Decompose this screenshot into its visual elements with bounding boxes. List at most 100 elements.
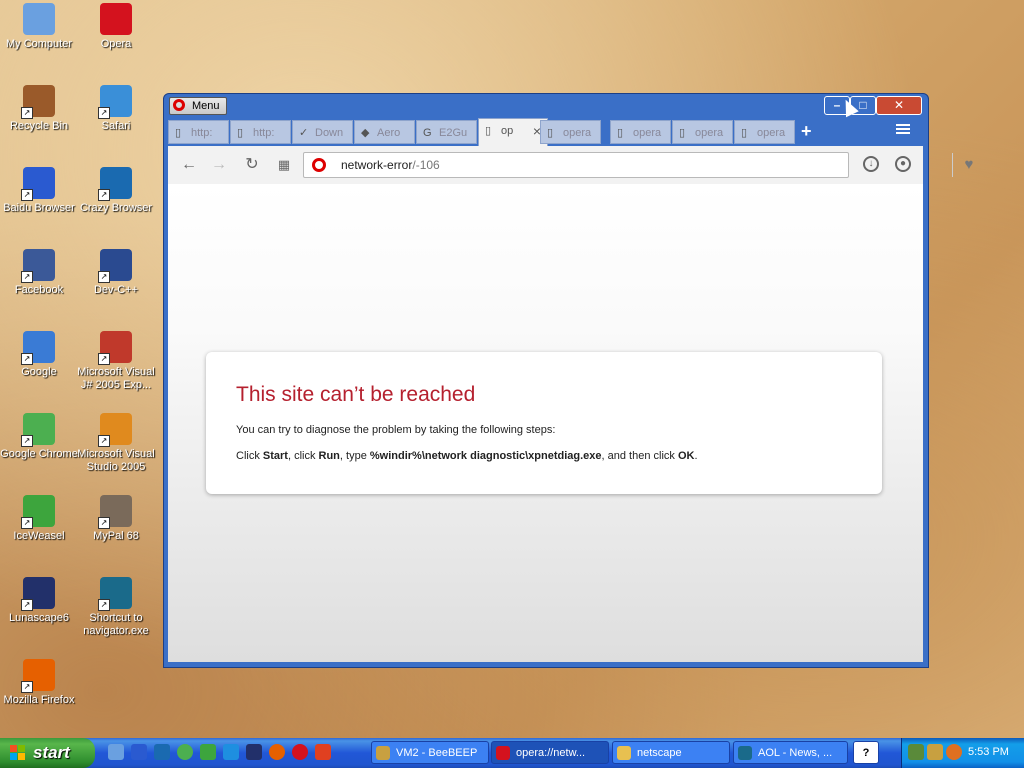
google-chrome-icon: ↗ [21,413,55,447]
error-step-part: , click [287,450,319,462]
tab-label: opera [563,127,592,139]
close-window-button[interactable]: ✕ [876,96,922,115]
tab-7[interactable]: ▯ opera [540,120,601,144]
desktop-icon-baidu-browser[interactable]: ↗ Baidu Browser [0,167,78,215]
tab-3[interactable]: ✓ Down [292,120,353,144]
address-bar[interactable]: network-error/-106 ♥ [303,152,973,178]
shortcut-arrow-icon: ↗ [21,107,33,119]
quicklaunch-opera-icon[interactable] [292,744,308,760]
navigation-bar: ← → ↻ ▦ network-error/-106 ♥ ↓ ● [168,146,973,184]
tab-9[interactable]: ▯ opera [672,120,733,144]
quicklaunch-opera-gx-icon[interactable] [315,744,331,760]
start-button[interactable]: start [0,738,95,768]
quicklaunch-crazy-browser-icon[interactable] [154,744,170,760]
page-icon: ▯ [175,127,182,139]
tab-1[interactable]: ▯ http: [168,120,229,144]
desktop-icon-label: MyPal 68 [93,530,139,542]
desktop-icon-firefox[interactable]: ↗ Mozilla Firefox [0,659,78,707]
desktop-icon-facebook[interactable]: ↗ Facebook [0,249,78,297]
page-icon: ▯ [547,127,554,139]
taskbar-button-4[interactable]: AOL - News, ... [733,741,848,764]
desktop-icon-safari[interactable]: ↗ Safari [77,85,155,133]
taskbar-button-2[interactable]: opera://netw... [491,741,609,764]
desktop-icon-label: Crazy Browser [79,202,153,214]
desktop-icon-lunascape[interactable]: ↗ Lunascape6 [0,577,78,625]
desktop-icon-label: Microsoft Visual J# 2005 Exp... [77,366,155,391]
error-step-part: Click [236,450,263,462]
tab-5[interactable]: G E2Gu [416,120,477,144]
maximize-icon: □ [859,98,867,112]
shortcut-arrow-icon: ↗ [98,271,110,283]
desktop-icon-visual-j-sharp[interactable]: ↗ Microsoft Visual J# 2005 Exp... [77,331,155,392]
help-button[interactable]: ? [853,741,879,764]
tab-menu-button[interactable] [896,124,910,136]
grid-icon: ▦ [277,157,291,172]
desktop-icon-google[interactable]: ↗ Google [0,331,78,379]
desktop-icon-dev-cpp[interactable]: ↗ Dev-C++ [77,249,155,297]
quicklaunch-ie-icon[interactable] [223,744,239,760]
bookmark-heart-button[interactable]: ♥ [952,153,985,177]
desktop-icon-opera[interactable]: Opera [77,3,155,51]
tab-4[interactable]: ◆ Aero [354,120,415,144]
taskbar-button-3[interactable]: netscape [612,741,730,764]
desktop-icon-visual-studio[interactable]: ↗ Microsoft Visual Studio 2005 [77,413,155,474]
quicklaunch-desktop-icon[interactable] [108,744,124,760]
desktop-icon-recycle-bin[interactable]: ↗ Recycle Bin [0,85,78,133]
desktop-icon-google-chrome[interactable]: ↗ Google Chrome [0,413,78,461]
desktop-icon-crazy-browser[interactable]: ↗ Crazy Browser [77,167,155,215]
shortcut-arrow-icon: ↗ [21,189,33,201]
taskbar-button-1[interactable]: VM2 - BeeBEEP [371,741,489,764]
error-step-part: OK [677,450,695,462]
desktop-icon-iceweasel[interactable]: ↗ IceWeasel [0,495,78,543]
downloads-button[interactable]: ↓ [863,156,879,172]
tray-beebeep-icon[interactable] [927,744,943,760]
back-button[interactable]: ← [178,154,200,176]
error-step-part: %windir%\network diagnostic\xpnetdiag.ex… [369,450,602,462]
page-content: This site can’t be reached You can try t… [168,184,923,662]
speed-dial-button[interactable]: ▦ [273,154,295,176]
page-icon: ▯ [485,125,492,137]
desktop-icon-label: Google Chrome [0,448,78,460]
taskbar-button-label: VM2 - BeeBEEP [396,747,478,759]
account-button[interactable]: ● [895,156,911,172]
mypal-icon: ↗ [98,495,132,529]
minimize-icon: – [833,98,841,112]
desktop-icon-mypal[interactable]: ↗ MyPal 68 [77,495,155,543]
windows-logo-icon [10,745,26,761]
quicklaunch-baidu-icon[interactable] [131,744,147,760]
opera-icon [496,746,510,760]
desktop-icon-my-computer[interactable]: My Computer [0,3,78,51]
tab-10[interactable]: ▯ opera [734,120,795,144]
taskbar-button-label: netscape [637,747,682,759]
tab-label: op [501,125,514,137]
desktop-icon-netscape-navigator[interactable]: ↗ Shortcut to navigator.exe [77,577,155,638]
taskbar: start VM2 - BeeBEEP opera://netw... netsca… [0,738,1024,768]
tray-network-icon[interactable] [908,744,924,760]
tab-2[interactable]: ▯ http: [230,120,291,144]
shortcut-arrow-icon: ↗ [21,599,33,611]
new-tab-button[interactable]: + [801,121,812,142]
opera-menu-button[interactable]: Menu [169,97,227,115]
shortcut-arrow-icon: ↗ [21,271,33,283]
tray-search-icon[interactable] [946,744,962,760]
tab-label: opera [757,127,786,139]
address-text[interactable]: network-error/-106 [341,158,440,172]
desktop-icon-label: Dev-C++ [93,284,139,296]
error-title: This site can’t be reached [236,383,476,406]
quicklaunch-iceweasel-icon[interactable] [200,744,216,760]
tab-6[interactable]: ▯ op × [478,118,548,146]
quicklaunch-lunascape-icon[interactable] [246,744,262,760]
crazy-browser-icon: ↗ [98,167,132,201]
title-bar[interactable]: Menu – □ ✕ [164,94,928,118]
taskbar-button-label: AOL - News, ... [758,747,833,759]
clock: 5:53 PM [968,746,1009,758]
opera-page-icon [312,158,326,172]
safari-icon: ↗ [98,85,132,119]
menu-label: Menu [192,100,220,112]
quicklaunch-chrome-icon[interactable] [177,744,193,760]
plus-icon: + [801,121,812,141]
reload-button[interactable]: ↻ [241,154,263,176]
quicklaunch-firefox-icon[interactable] [269,744,285,760]
forward-button[interactable]: → [208,154,230,176]
tab-8[interactable]: ▯ opera [610,120,671,144]
